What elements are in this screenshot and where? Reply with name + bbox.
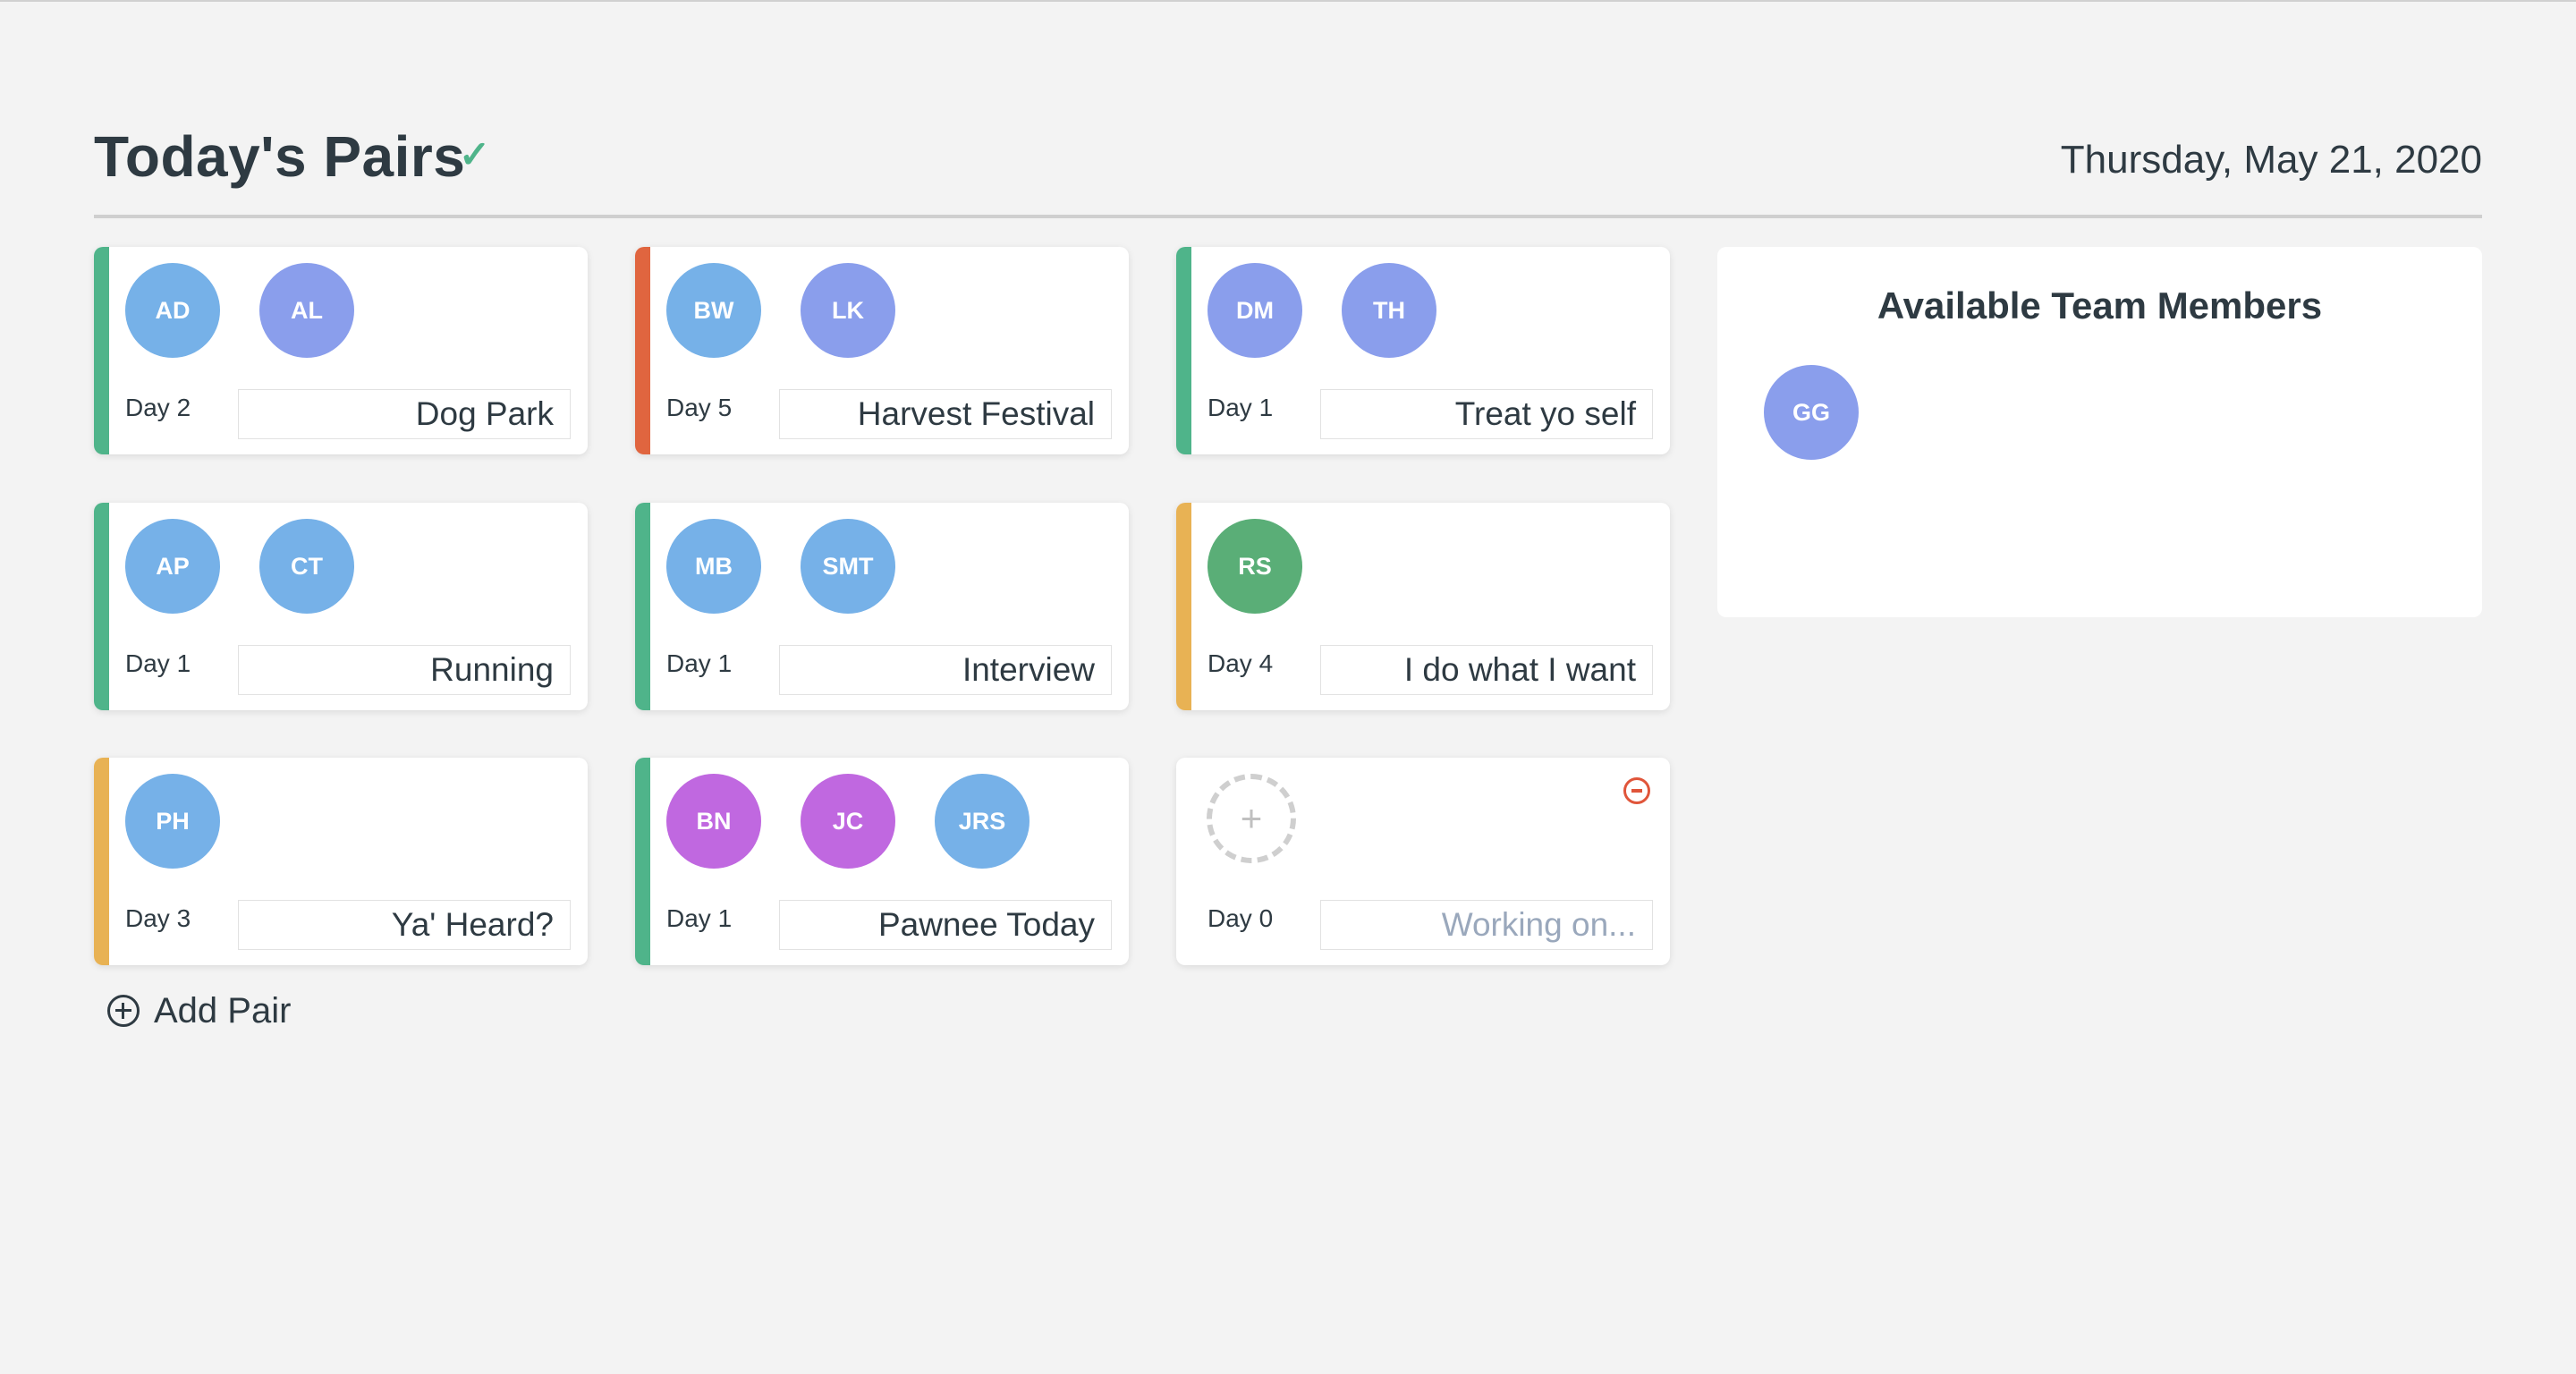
project-field[interactable]: I do what I want: [1320, 645, 1653, 695]
day-count: Day 5: [666, 394, 733, 421]
project-field[interactable]: Ya' Heard?: [238, 900, 571, 950]
avatar[interactable]: AD: [125, 263, 220, 358]
add-pair-button[interactable]: Add Pair: [107, 984, 291, 1038]
avatar[interactable]: JC: [801, 774, 895, 869]
avatar[interactable]: PH: [125, 774, 220, 869]
check-icon: ✓: [459, 133, 491, 175]
project-field[interactable]: Treat yo self: [1320, 389, 1653, 439]
avatar[interactable]: BW: [666, 263, 761, 358]
day-count: Day 1: [1208, 394, 1274, 421]
project-field[interactable]: Dog Park: [238, 389, 571, 439]
project-field[interactable]: Interview: [779, 645, 1112, 695]
project-field[interactable]: Running: [238, 645, 571, 695]
add-circle-icon: [107, 995, 140, 1027]
day-count: Day 3: [125, 904, 191, 932]
avatar[interactable]: SMT: [801, 519, 895, 614]
add-member-slot[interactable]: +: [1207, 774, 1296, 863]
status-stripe: [94, 503, 109, 710]
day-count: Day 0: [1208, 904, 1274, 932]
status-stripe: [635, 758, 650, 965]
day-count: Day 1: [666, 649, 733, 677]
status-stripe: [1176, 247, 1191, 454]
day-count: Day 2: [125, 394, 191, 421]
avatar[interactable]: TH: [1342, 263, 1436, 358]
avatar[interactable]: MB: [666, 519, 761, 614]
project-field[interactable]: Harvest Festival: [779, 389, 1112, 439]
pair-card[interactable]: MB SMT Day 1 Interview: [635, 503, 1129, 710]
panel-title: Available Team Members: [1877, 284, 2323, 327]
pair-card[interactable]: AD AL Day 2 Dog Park: [94, 247, 588, 454]
day-count: Day 4: [1208, 649, 1274, 677]
status-stripe: [94, 247, 109, 454]
avatar[interactable]: DM: [1208, 263, 1302, 358]
page-header: Today's Pairs ✓ Thursday, May 21, 2020: [94, 116, 2482, 218]
pair-card[interactable]: DM TH Day 1 Treat yo self: [1176, 247, 1670, 454]
day-count: Day 1: [666, 904, 733, 932]
avatar[interactable]: CT: [259, 519, 354, 614]
status-stripe: [94, 758, 109, 965]
available-members-panel: Available Team Members GG: [1717, 247, 2482, 617]
project-field[interactable]: Working on...: [1320, 900, 1653, 950]
current-date: Thursday, May 21, 2020: [2060, 138, 2482, 182]
avatar[interactable]: BN: [666, 774, 761, 869]
avatar[interactable]: RS: [1208, 519, 1302, 614]
pair-card[interactable]: PH Day 3 Ya' Heard?: [94, 758, 588, 965]
day-count: Day 1: [125, 649, 191, 677]
avatar[interactable]: JRS: [935, 774, 1030, 869]
status-stripe: [1176, 503, 1191, 710]
pair-card-empty[interactable]: + Day 0 Working on...: [1176, 758, 1670, 965]
top-border: [0, 0, 2576, 2]
project-field[interactable]: Pawnee Today: [779, 900, 1112, 950]
avatar[interactable]: AP: [125, 519, 220, 614]
avatar[interactable]: LK: [801, 263, 895, 358]
status-stripe: [635, 503, 650, 710]
remove-pair-icon[interactable]: [1623, 777, 1650, 804]
pair-card[interactable]: RS Day 4 I do what I want: [1176, 503, 1670, 710]
pair-card[interactable]: BN JC JRS Day 1 Pawnee Today: [635, 758, 1129, 965]
status-stripe: [635, 247, 650, 454]
pair-card[interactable]: AP CT Day 1 Running: [94, 503, 588, 710]
pair-card[interactable]: BW LK Day 5 Harvest Festival: [635, 247, 1129, 454]
avatar[interactable]: GG: [1764, 365, 1859, 460]
avatar[interactable]: AL: [259, 263, 354, 358]
page-title: Today's Pairs: [94, 124, 466, 189]
add-pair-label: Add Pair: [154, 990, 292, 1030]
